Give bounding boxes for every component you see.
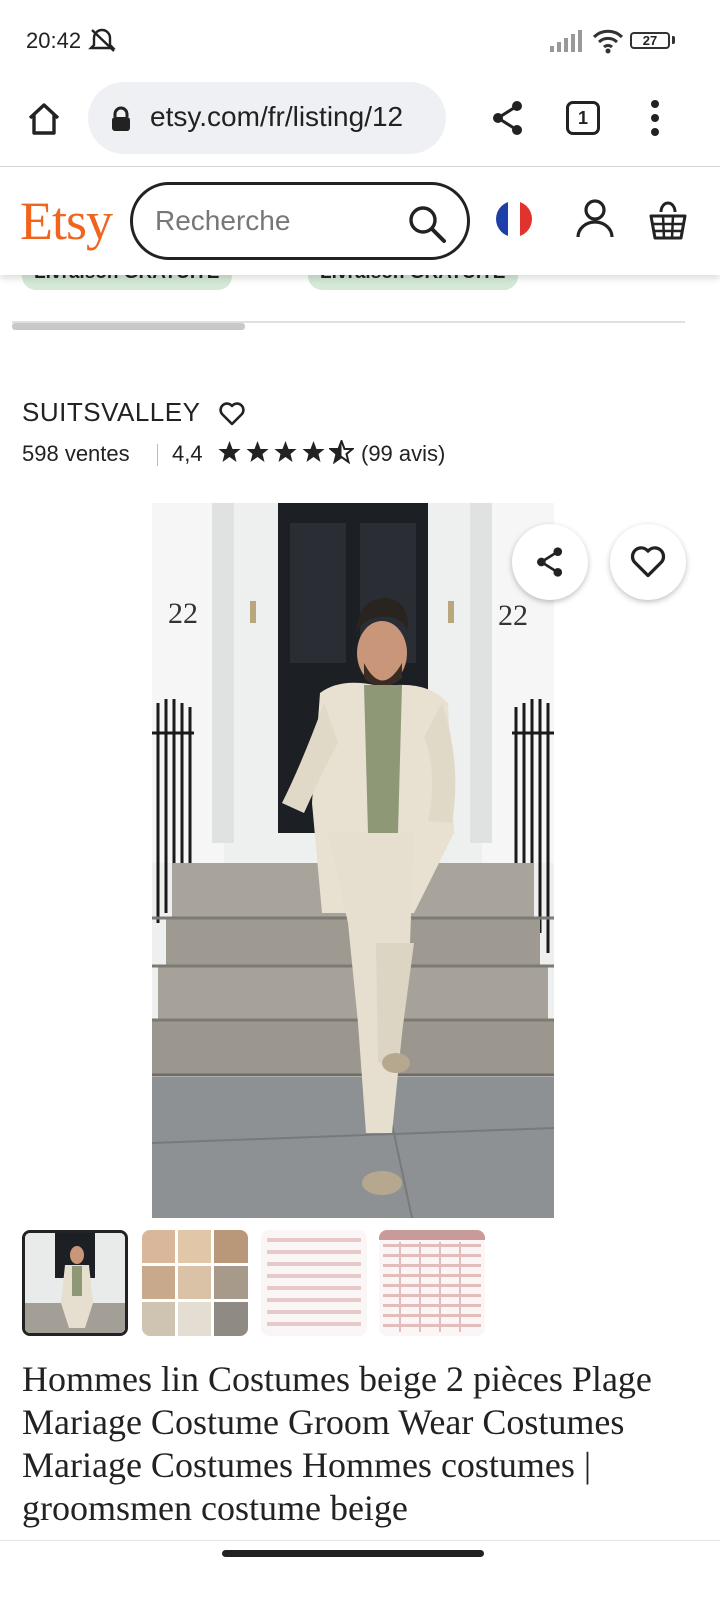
heart-icon: [630, 546, 666, 578]
cart-icon[interactable]: [648, 198, 688, 247]
sales-count: 598 ventes: [22, 441, 130, 466]
product-title: Hommes lin Costumes beige 2 pièces Plage…: [22, 1359, 652, 1528]
status-time: 20:42: [26, 28, 82, 53]
rating-value: 4,4: [172, 441, 203, 466]
battery-indicator: 27: [630, 32, 670, 49]
menu-button[interactable]: [642, 98, 668, 138]
lock-icon: [110, 106, 132, 137]
thumbnail-2[interactable]: [142, 1230, 248, 1336]
french-flag-icon[interactable]: [496, 201, 532, 237]
house-number-right: 22: [498, 599, 528, 632]
divider: [0, 1540, 720, 1541]
star-rating: [217, 440, 354, 464]
half-star-icon: [329, 440, 354, 464]
star-icon: [246, 441, 269, 462]
home-icon: [28, 103, 60, 135]
share-icon: [493, 101, 522, 135]
search-icon[interactable]: [406, 203, 448, 250]
signal-icon: [550, 30, 582, 57]
carousel-scrollbar-thumb[interactable]: [12, 323, 245, 330]
tabs-button[interactable]: 1: [566, 101, 600, 135]
account-icon[interactable]: [574, 197, 616, 246]
review-count[interactable]: (99 avis): [361, 441, 445, 467]
wifi-icon: [592, 28, 624, 59]
search-placeholder[interactable]: Recherche: [155, 205, 290, 237]
gesture-nav-handle[interactable]: [222, 1550, 484, 1557]
star-icon: [274, 441, 297, 462]
divider: [157, 444, 158, 466]
favorite-button[interactable]: [610, 524, 686, 600]
battery-tip: [672, 36, 675, 44]
product-main-image[interactable]: 22 22: [152, 503, 554, 1218]
thumbnail-4[interactable]: [379, 1230, 485, 1336]
more-vert-icon: [651, 100, 659, 136]
url-text[interactable]: etsy.com/fr/listing/12: [150, 101, 403, 133]
star-icon: [218, 441, 241, 462]
star-icon: [302, 441, 325, 462]
share-icon: [537, 547, 563, 577]
mute-icon: [88, 27, 118, 58]
shop-name[interactable]: SUITSVALLEY: [22, 397, 200, 428]
share-image-button[interactable]: [512, 524, 588, 600]
share-button[interactable]: [486, 96, 530, 140]
thumbnail-3[interactable]: [261, 1230, 367, 1336]
etsy-logo[interactable]: Etsy: [20, 190, 113, 252]
home-button[interactable]: [22, 97, 66, 141]
heart-icon[interactable]: [218, 401, 246, 432]
house-number-left: 22: [168, 597, 198, 630]
thumbnail-1[interactable]: [22, 1230, 128, 1336]
